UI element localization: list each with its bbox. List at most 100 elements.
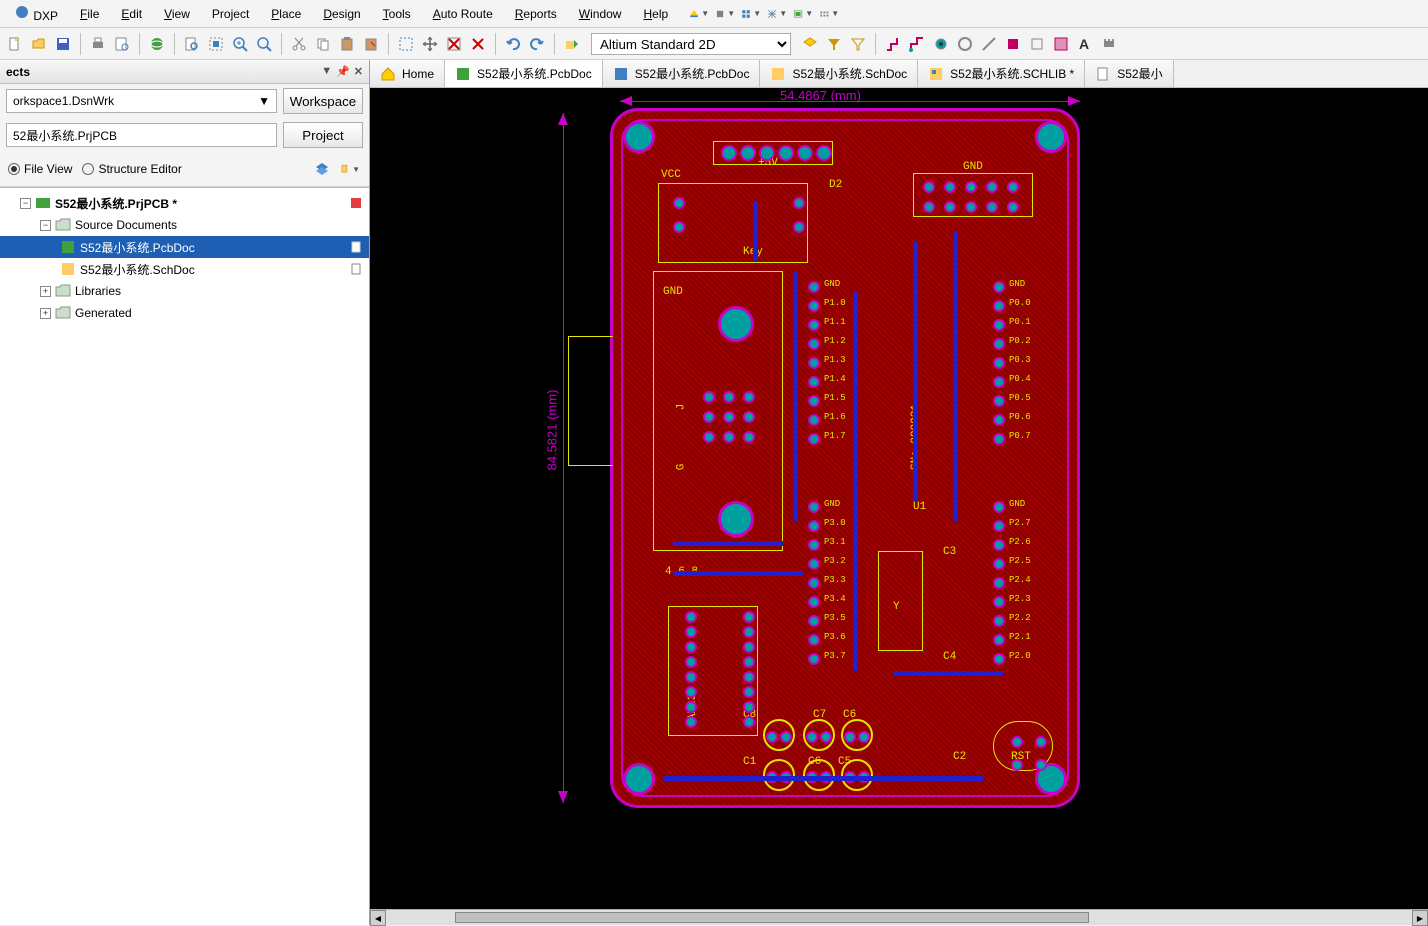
- layer-icon[interactable]: [799, 33, 821, 55]
- mbar-icon-3[interactable]: ▼: [740, 3, 762, 25]
- via: [993, 539, 1005, 551]
- zoom-in-icon[interactable]: [229, 33, 251, 55]
- workspace-combo[interactable]: orkspace1.DsnWrk▼: [6, 89, 277, 113]
- project-tree: − S52最小系统.PrjPCB * − Source Documents S5…: [0, 187, 369, 925]
- compile-icon[interactable]: [311, 158, 333, 180]
- project-field[interactable]: 52最小系统.PrjPCB: [6, 123, 277, 147]
- via: [718, 501, 754, 537]
- undo-icon[interactable]: [502, 33, 524, 55]
- preview-icon[interactable]: [111, 33, 133, 55]
- autohide-icon[interactable]: 📌: [336, 65, 350, 78]
- paste-rubber-icon[interactable]: [360, 33, 382, 55]
- open-icon[interactable]: [28, 33, 50, 55]
- menu-window[interactable]: Window: [569, 3, 632, 25]
- region-icon[interactable]: [1026, 33, 1048, 55]
- globe-icon[interactable]: [146, 33, 168, 55]
- menu-place[interactable]: Place: [261, 3, 311, 25]
- save-icon[interactable]: [52, 33, 74, 55]
- via: [703, 391, 715, 403]
- via: [808, 338, 820, 350]
- tab-pcb2[interactable]: S52最小系统.PcbDoc: [603, 60, 761, 87]
- filter2-icon[interactable]: [847, 33, 869, 55]
- pad-icon[interactable]: [954, 33, 976, 55]
- copy-icon[interactable]: [312, 33, 334, 55]
- new-icon[interactable]: [4, 33, 26, 55]
- trace: [673, 571, 803, 576]
- silk-label: C1: [743, 756, 756, 768]
- print-icon[interactable]: [87, 33, 109, 55]
- menu-view[interactable]: View: [154, 3, 200, 25]
- menu-file[interactable]: File: [70, 3, 109, 25]
- filter1-icon[interactable]: [823, 33, 845, 55]
- menu-autoroute[interactable]: Auto Route: [423, 3, 503, 25]
- tree-project-root[interactable]: − S52最小系统.PrjPCB *: [0, 192, 369, 214]
- tree-generated[interactable]: + Generated: [0, 302, 369, 324]
- silk-label: P0.3: [1009, 355, 1031, 365]
- scroll-left-arrow[interactable]: ◀: [370, 910, 386, 926]
- redo-icon[interactable]: [526, 33, 548, 55]
- projects-panel: ects ▼ 📌 ✕ orkspace1.DsnWrk▼ Workspace 5…: [0, 60, 370, 925]
- via: [808, 558, 820, 570]
- menu-dxp[interactable]: DXP: [4, 0, 68, 27]
- via: [993, 414, 1005, 426]
- via: [993, 357, 1005, 369]
- menu-tools[interactable]: Tools: [373, 3, 421, 25]
- via: [808, 357, 820, 369]
- horizontal-scrollbar[interactable]: ◀ ▶: [370, 909, 1428, 925]
- string-icon[interactable]: A: [1074, 33, 1096, 55]
- close-panel-icon[interactable]: ✕: [354, 65, 363, 78]
- paste-icon[interactable]: [336, 33, 358, 55]
- via: [808, 539, 820, 551]
- via: [723, 431, 735, 443]
- menu-reports[interactable]: Reports: [505, 3, 567, 25]
- pcb-canvas[interactable]: 54.4867 (mm) 84.5821 (mm) VCC +5V GND: [370, 88, 1428, 909]
- tree-libraries[interactable]: + Libraries: [0, 280, 369, 302]
- scroll-thumb[interactable]: [455, 912, 1090, 923]
- run-icon[interactable]: [561, 33, 583, 55]
- mbar-icon-6[interactable]: ▼: [818, 3, 840, 25]
- mbar-icon-1[interactable]: ▼: [688, 3, 710, 25]
- menu-help[interactable]: Help: [633, 3, 678, 25]
- mbar-icon-4[interactable]: ▼: [766, 3, 788, 25]
- move-icon[interactable]: [419, 33, 441, 55]
- mbar-icon-2[interactable]: ▼: [714, 3, 736, 25]
- route1-icon[interactable]: [882, 33, 904, 55]
- line-icon[interactable]: [978, 33, 1000, 55]
- cut-icon[interactable]: [288, 33, 310, 55]
- clear-icon[interactable]: [467, 33, 489, 55]
- zoom-doc-icon[interactable]: [181, 33, 203, 55]
- poly-icon[interactable]: [1050, 33, 1072, 55]
- viewmode-select[interactable]: Altium Standard 2D: [591, 33, 791, 55]
- menu-edit[interactable]: Edit: [111, 3, 152, 25]
- select-icon[interactable]: [395, 33, 417, 55]
- fill-icon[interactable]: [1002, 33, 1024, 55]
- route2-icon[interactable]: [906, 33, 928, 55]
- project-button[interactable]: Project: [283, 122, 363, 148]
- mbar-icon-5[interactable]: ▼: [792, 3, 814, 25]
- tree-schdoc[interactable]: S52最小系统.SchDoc: [0, 258, 369, 280]
- tab-schlib[interactable]: S52最小系统.SCHLIB *: [918, 60, 1085, 87]
- tree-pcbdoc[interactable]: S52最小系统.PcbDoc: [0, 236, 369, 258]
- doc-options-icon[interactable]: ▼: [339, 158, 361, 180]
- tree-source-docs[interactable]: − Source Documents: [0, 214, 369, 236]
- menu-design[interactable]: Design: [313, 3, 370, 25]
- zoom-sel-icon[interactable]: [253, 33, 275, 55]
- scroll-right-arrow[interactable]: ▶: [1412, 910, 1428, 926]
- tab-pcb1[interactable]: S52最小系统.PcbDoc: [445, 60, 603, 87]
- structeditor-radio[interactable]: Structure Editor: [82, 162, 181, 176]
- silk-label: P1.0: [824, 298, 846, 308]
- deselect-icon[interactable]: [443, 33, 465, 55]
- tab-sch[interactable]: S52最小系统.SchDoc: [760, 60, 918, 87]
- via-icon[interactable]: [930, 33, 952, 55]
- fileview-radio[interactable]: File View: [8, 162, 72, 176]
- tab-extra[interactable]: S52最小: [1085, 60, 1173, 87]
- via: [993, 319, 1005, 331]
- workspace-button[interactable]: Workspace: [283, 88, 363, 114]
- zoom-fit-icon[interactable]: [205, 33, 227, 55]
- menu-project[interactable]: Project: [202, 3, 259, 25]
- pin-icon[interactable]: ▼: [321, 65, 332, 78]
- comp-icon[interactable]: [1098, 33, 1120, 55]
- via: [993, 596, 1005, 608]
- tab-home[interactable]: Home: [370, 60, 445, 87]
- silk-label: P2.2: [1009, 613, 1031, 623]
